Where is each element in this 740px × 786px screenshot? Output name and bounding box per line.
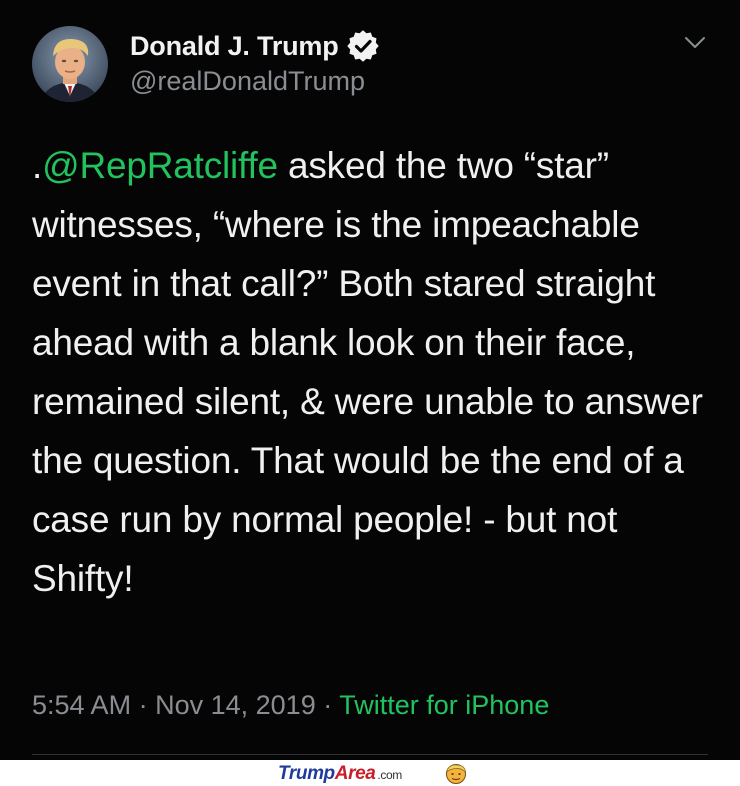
trump-face-icon [445, 764, 466, 784]
handle[interactable]: @realDonaldTrump [130, 66, 379, 97]
display-name[interactable]: Donald J. Trump [130, 31, 339, 62]
divider [32, 754, 708, 755]
avatar[interactable] [32, 26, 108, 102]
tweet-text-prefix: . [32, 145, 43, 186]
tweet-text-body: asked the two “star” witnesses, “where i… [32, 145, 703, 599]
chevron-down-icon[interactable] [684, 36, 706, 50]
tweet-header: Donald J. Trump @realDonaldTrump [130, 30, 379, 97]
brand-part-1: Trump [278, 763, 335, 784]
tweet-meta: 5:54 AM · Nov 14, 2019 · Twitter for iPh… [32, 690, 549, 721]
brand-part-2: Area [334, 763, 376, 784]
meta-separator: · [323, 690, 333, 720]
tweet-source-link[interactable]: Twitter for iPhone [339, 690, 549, 720]
tweet-time[interactable]: 5:54 AM [32, 690, 131, 720]
tweet-text: .@RepRatcliffe asked the two “star” witn… [32, 136, 722, 608]
brand-part-3: .com [377, 768, 402, 782]
avatar-image [32, 26, 108, 102]
tweet-date[interactable]: Nov 14, 2019 [155, 690, 316, 720]
mention-link[interactable]: @RepRatcliffe [42, 145, 278, 186]
watermark-footer: TrumpArea .com [0, 760, 740, 786]
verified-badge-icon [346, 30, 379, 62]
brand-logo[interactable]: TrumpArea .com [278, 763, 402, 785]
meta-separator: · [138, 690, 148, 720]
tweet-card: Donald J. Trump @realDonaldTrump .@RepRa… [0, 0, 740, 760]
